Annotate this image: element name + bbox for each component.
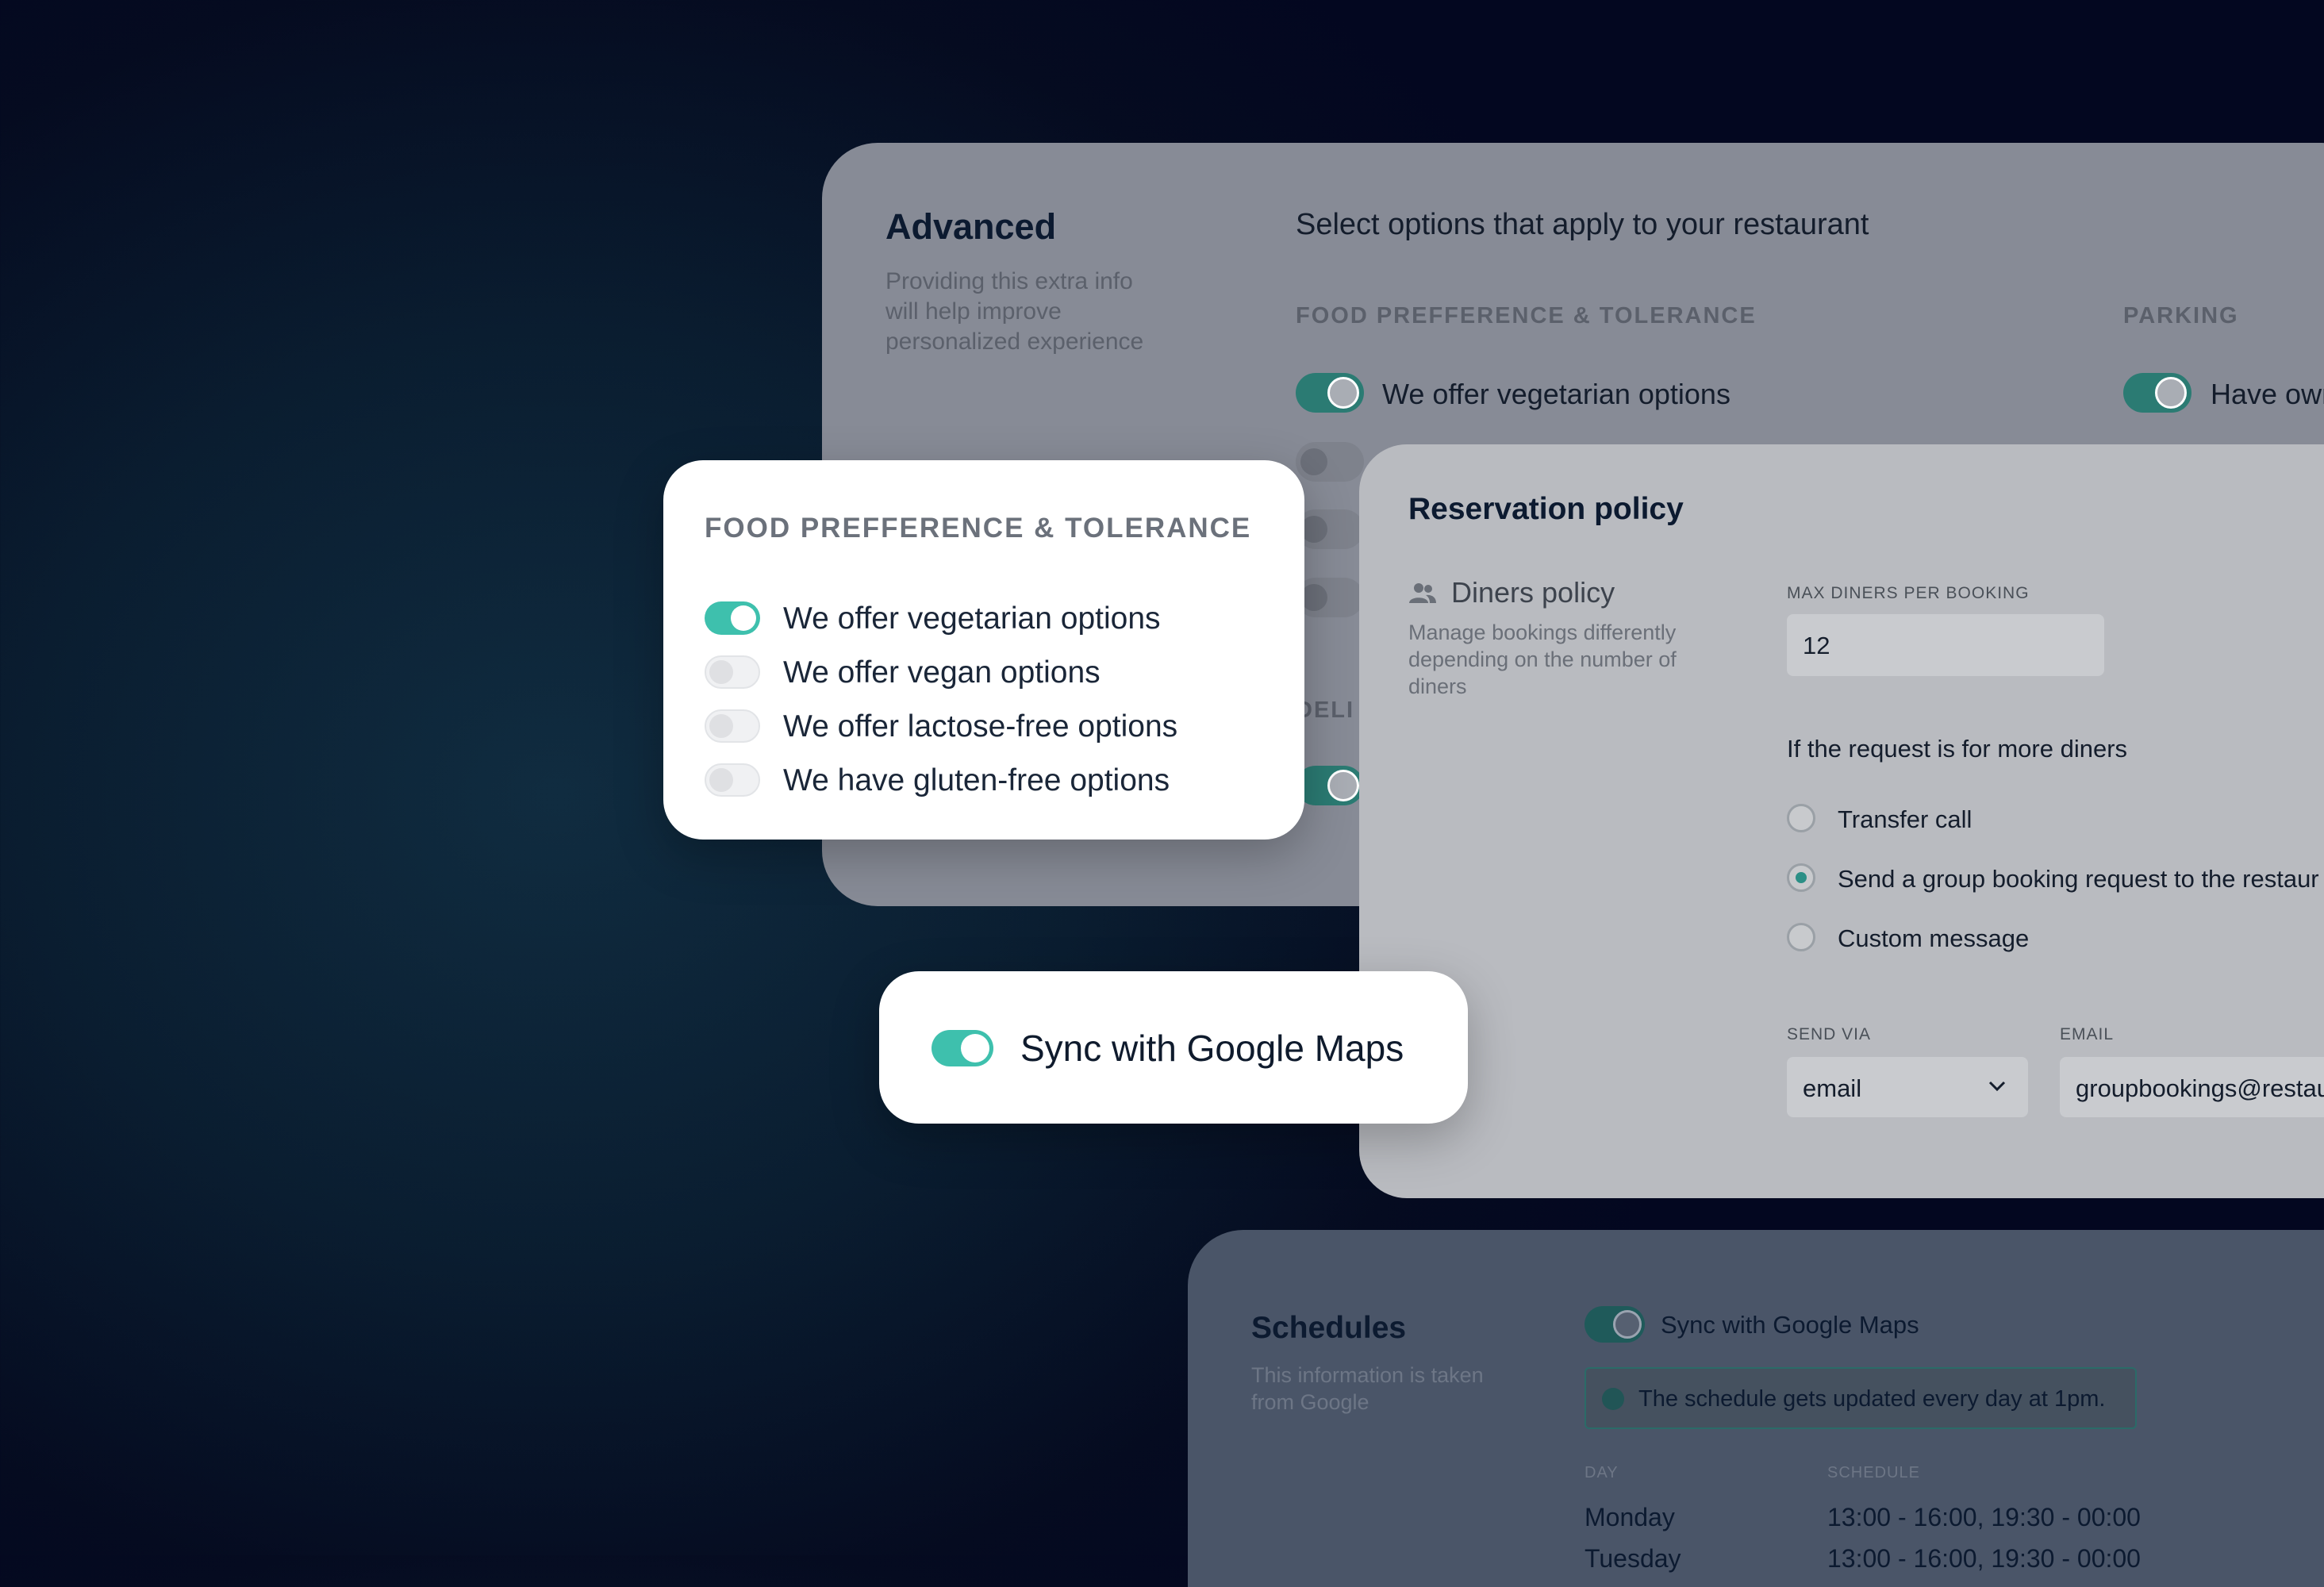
schedules-card: Schedules This information is taken from… bbox=[1188, 1230, 2324, 1587]
transfer-call-radio[interactable] bbox=[1787, 804, 1815, 832]
advanced-description-3: personalized experience bbox=[885, 329, 1144, 355]
vegan-label: We offer vegan options bbox=[783, 655, 1101, 690]
schedule-column-header: SCHEDULE bbox=[1827, 1464, 1920, 1481]
advanced-title: Advanced bbox=[885, 206, 1057, 247]
diners-desc-3: diners bbox=[1408, 674, 1467, 698]
max-diners-value: 12 bbox=[1803, 632, 1830, 659]
group-booking-radio[interactable] bbox=[1787, 863, 1815, 892]
vegetarian-toggle-back[interactable] bbox=[1296, 373, 1364, 413]
group-booking-label: Send a group booking request to the rest… bbox=[1838, 865, 2319, 893]
custom-message-radio[interactable] bbox=[1787, 923, 1815, 951]
advanced-description-1: Providing this extra info bbox=[885, 268, 1133, 294]
sync-google-maps-label: Sync with Google Maps bbox=[1020, 1028, 1404, 1069]
max-diners-label: MAX DINERS PER BOOKING bbox=[1787, 584, 2030, 602]
schedules-sync-toggle[interactable] bbox=[1585, 1306, 1645, 1343]
parking-label: Have own bbox=[2211, 378, 2324, 410]
vegetarian-toggle[interactable] bbox=[705, 601, 760, 635]
diners-desc-1: Manage bookings differently bbox=[1408, 621, 1677, 644]
food-popup-title: FOOD PREFFERENCE & TOLERANCE bbox=[705, 513, 1252, 544]
schedules-desc-1: This information is taken bbox=[1251, 1363, 1484, 1387]
delivery-toggle[interactable] bbox=[1296, 766, 1364, 805]
schedule-info-text: The schedule gets updated every day at 1… bbox=[1638, 1386, 2106, 1412]
sync-google-maps-popup: Sync with Google Maps bbox=[879, 971, 1468, 1124]
transfer-call-label: Transfer call bbox=[1838, 805, 1973, 833]
advanced-description-2: will help improve bbox=[885, 298, 1062, 325]
vegetarian-label-back: We offer vegetarian options bbox=[1382, 378, 1731, 410]
reservation-policy-card: Reservation policy Diners policy Manage … bbox=[1359, 444, 2324, 1198]
advanced-heading: Select options that apply to your restau… bbox=[1296, 208, 1869, 241]
sync-google-maps-toggle[interactable] bbox=[932, 1030, 993, 1066]
vegan-toggle-back[interactable] bbox=[1296, 442, 1364, 482]
send-via-value: email bbox=[1803, 1074, 1862, 1102]
reservation-title: Reservation policy bbox=[1408, 492, 1684, 526]
diners-policy-title: Diners policy bbox=[1451, 576, 1615, 609]
schedule-row-day: Tuesday bbox=[1585, 1544, 1681, 1573]
max-diners-input[interactable]: 12 bbox=[1787, 614, 2104, 676]
parking-toggle[interactable] bbox=[2123, 373, 2191, 413]
schedule-row-day: Monday bbox=[1585, 1503, 1675, 1531]
lactose-free-label: We offer lactose-free options bbox=[783, 709, 1178, 744]
email-label: EMAIL bbox=[2060, 1025, 2115, 1043]
users-icon bbox=[1408, 582, 1437, 605]
parking-section-header: PARKING bbox=[2123, 303, 2239, 329]
lactose-free-toggle[interactable] bbox=[705, 709, 760, 743]
delivery-section-header: DELI bbox=[1296, 697, 1355, 723]
more-diners-label: If the request is for more diners bbox=[1787, 735, 2128, 763]
email-value: groupbookings@restau bbox=[2076, 1074, 2324, 1102]
schedules-sync-label: Sync with Google Maps bbox=[1661, 1311, 1919, 1339]
gluten-free-toggle[interactable] bbox=[705, 763, 760, 797]
diners-desc-2: depending on the number of bbox=[1408, 647, 1677, 671]
email-input[interactable]: groupbookings@restau bbox=[2060, 1057, 2324, 1117]
vegetarian-label: We offer vegetarian options bbox=[783, 601, 1161, 636]
send-via-label: SEND VIA bbox=[1787, 1025, 1872, 1043]
schedules-title: Schedules bbox=[1251, 1311, 1407, 1345]
schedules-desc-2: from Google bbox=[1251, 1390, 1369, 1414]
day-column-header: DAY bbox=[1585, 1464, 1619, 1481]
schedule-info-box: The schedule gets updated every day at 1… bbox=[1585, 1367, 2137, 1429]
info-icon bbox=[1602, 1388, 1624, 1410]
vegan-toggle[interactable] bbox=[705, 655, 760, 689]
schedule-row-hours: 13:00 - 16:00, 19:30 - 00:00 bbox=[1827, 1503, 2141, 1531]
send-via-select[interactable]: email bbox=[1787, 1057, 2028, 1117]
gluten-toggle-back[interactable] bbox=[1296, 578, 1364, 617]
schedule-row-hours: 13:00 - 16:00, 19:30 - 00:00 bbox=[1827, 1544, 2141, 1573]
food-preference-popup: FOOD PREFFERENCE & TOLERANCE We offer ve… bbox=[663, 460, 1304, 840]
lactose-toggle-back[interactable] bbox=[1296, 509, 1364, 549]
chevron-down-icon bbox=[1988, 1081, 2006, 1096]
custom-message-label: Custom message bbox=[1838, 924, 2030, 952]
food-section-header: FOOD PREFFERENCE & TOLERANCE bbox=[1296, 303, 1757, 329]
gluten-free-label: We have gluten-free options bbox=[783, 763, 1170, 797]
